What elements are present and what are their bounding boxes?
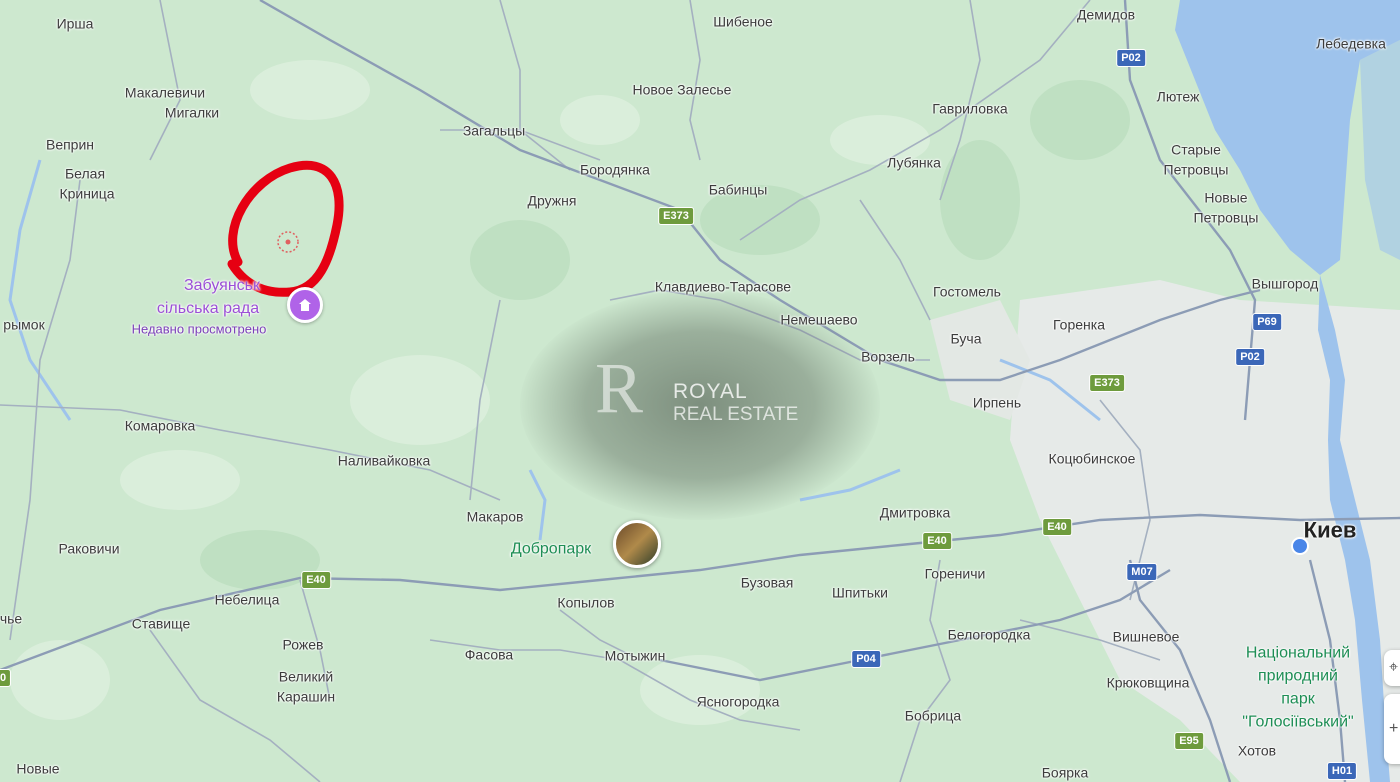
place-label[interactable]: Новые bbox=[16, 760, 59, 779]
place-label[interactable]: Хотов bbox=[1238, 742, 1276, 761]
poi-recently-viewed: Недавно просмотрено bbox=[131, 321, 267, 337]
place-label[interactable]: Петровцы bbox=[1164, 161, 1229, 180]
place-label[interactable]: Веприн bbox=[46, 136, 94, 155]
place-label[interactable]: Наливайковка bbox=[338, 452, 431, 471]
photo-thumbnail-pin[interactable] bbox=[613, 520, 661, 568]
place-label[interactable]: Комаровка bbox=[125, 417, 196, 436]
place-label[interactable]: Рожев bbox=[283, 636, 324, 655]
locate-me-button[interactable]: ⌖ bbox=[1384, 650, 1400, 686]
zoom-icon: + bbox=[1389, 720, 1399, 737]
place-label[interactable]: Немешаево bbox=[780, 311, 857, 330]
national-park-line3[interactable]: парк bbox=[1281, 690, 1314, 709]
road-shield: E95 bbox=[1174, 732, 1204, 750]
place-label[interactable]: Ирпень bbox=[973, 394, 1021, 413]
place-label[interactable]: Белогородка bbox=[948, 626, 1031, 645]
road-shield: H01 bbox=[1326, 762, 1358, 780]
place-label[interactable]: Криница bbox=[59, 185, 114, 204]
place-label[interactable]: чье bbox=[0, 610, 22, 629]
place-label[interactable]: Мигалки bbox=[165, 104, 219, 123]
place-label[interactable]: Макаров bbox=[467, 508, 524, 527]
city-label-kiev[interactable]: Киев bbox=[1304, 519, 1357, 541]
place-label[interactable]: Бузовая bbox=[741, 574, 794, 593]
place-label[interactable]: Крюковщина bbox=[1107, 674, 1190, 693]
place-label[interactable]: Копылов bbox=[557, 594, 614, 613]
place-label[interactable]: Демидов bbox=[1077, 6, 1135, 25]
road-shield: P69 bbox=[1252, 313, 1282, 331]
road-shield: E40 bbox=[922, 532, 952, 550]
place-label[interactable]: Ясногородка bbox=[697, 693, 780, 712]
road-shield: 0 bbox=[0, 669, 12, 687]
place-label[interactable]: Буча bbox=[951, 330, 982, 349]
road-shield: E373 bbox=[1089, 374, 1125, 392]
place-label[interactable]: Загальцы bbox=[463, 122, 525, 141]
place-label[interactable]: Бородянка bbox=[580, 161, 650, 180]
place-label[interactable]: Новые bbox=[1204, 189, 1247, 208]
place-label[interactable]: Коцюбинское bbox=[1049, 450, 1136, 469]
road-shield: P02 bbox=[1116, 49, 1146, 67]
place-label[interactable]: Лебедевка bbox=[1316, 35, 1386, 54]
place-label[interactable]: Клавдиево-Тарасове bbox=[655, 278, 791, 297]
place-label[interactable]: Небелица bbox=[215, 591, 280, 610]
place-label[interactable]: рымок bbox=[3, 316, 44, 335]
place-label[interactable]: Вишневое bbox=[1113, 628, 1180, 647]
watermark-logo: R bbox=[595, 348, 644, 428]
place-label[interactable]: Белая bbox=[65, 165, 105, 184]
place-label[interactable]: Гостомель bbox=[933, 283, 1001, 302]
place-label[interactable]: Мотыжин bbox=[605, 647, 666, 666]
place-label[interactable]: Макалевичи bbox=[125, 84, 205, 103]
place-label[interactable]: Лубянка bbox=[887, 154, 941, 173]
park-label[interactable]: Добропарк bbox=[511, 540, 591, 559]
place-label[interactable]: Шпитьки bbox=[832, 584, 888, 603]
national-park-line2[interactable]: природний bbox=[1258, 667, 1338, 686]
road-shield: E373 bbox=[658, 207, 694, 225]
place-label[interactable]: Великий bbox=[279, 668, 333, 687]
place-label[interactable]: Фасова bbox=[465, 646, 513, 665]
watermark-subtitle: REAL ESTATE bbox=[673, 404, 799, 425]
government-building-pin-icon[interactable] bbox=[287, 287, 323, 323]
road-shield: E40 bbox=[301, 571, 331, 589]
road-shield: P04 bbox=[851, 650, 881, 668]
map-canvas[interactable]: R ROYAL REAL ESTATE Ирша Макалевичи Мига… bbox=[0, 0, 1400, 782]
place-label[interactable]: Карашин bbox=[277, 688, 335, 707]
place-label[interactable]: Дружня bbox=[528, 192, 577, 211]
place-label[interactable]: Раковичи bbox=[58, 540, 119, 559]
city-location-dot-icon[interactable] bbox=[1291, 537, 1309, 555]
zoom-controls[interactable]: + bbox=[1384, 694, 1400, 764]
place-label[interactable]: Старые bbox=[1171, 141, 1221, 160]
place-label[interactable]: Ворзель bbox=[861, 348, 915, 367]
national-park-line4[interactable]: "Голосіївський" bbox=[1242, 713, 1353, 732]
place-label[interactable]: Дмитровка bbox=[880, 504, 951, 523]
place-label[interactable]: Шибеное bbox=[713, 13, 773, 32]
watermark-brand: ROYAL bbox=[673, 380, 748, 403]
road-shield: P02 bbox=[1235, 348, 1265, 366]
national-park-line1[interactable]: Національний bbox=[1246, 644, 1350, 663]
place-label[interactable]: Боярка bbox=[1042, 764, 1089, 782]
place-label[interactable]: Петровцы bbox=[1194, 209, 1259, 228]
place-label[interactable]: Лютеж bbox=[1157, 88, 1200, 107]
place-label[interactable]: Гореничи bbox=[925, 565, 986, 584]
place-label[interactable]: Гавриловка bbox=[932, 100, 1007, 119]
place-label[interactable]: Горенка bbox=[1053, 316, 1105, 335]
red-annotation-circle bbox=[227, 160, 344, 297]
place-label[interactable]: Ирша bbox=[57, 15, 94, 34]
road-shield: E40 bbox=[1042, 518, 1072, 536]
place-label[interactable]: Вышгород bbox=[1252, 275, 1319, 294]
poi-name-line2[interactable]: сільська рада bbox=[157, 299, 259, 319]
place-label[interactable]: Бабинцы bbox=[709, 181, 768, 200]
road-shield: M07 bbox=[1126, 563, 1158, 581]
place-label[interactable]: Новое Залесье bbox=[633, 81, 732, 100]
crosshair-icon: ⌖ bbox=[1389, 659, 1399, 676]
poi-name-line1[interactable]: Забуянськ bbox=[184, 276, 260, 296]
place-label[interactable]: Бобрица bbox=[905, 707, 961, 726]
place-label[interactable]: Ставище bbox=[132, 615, 191, 634]
